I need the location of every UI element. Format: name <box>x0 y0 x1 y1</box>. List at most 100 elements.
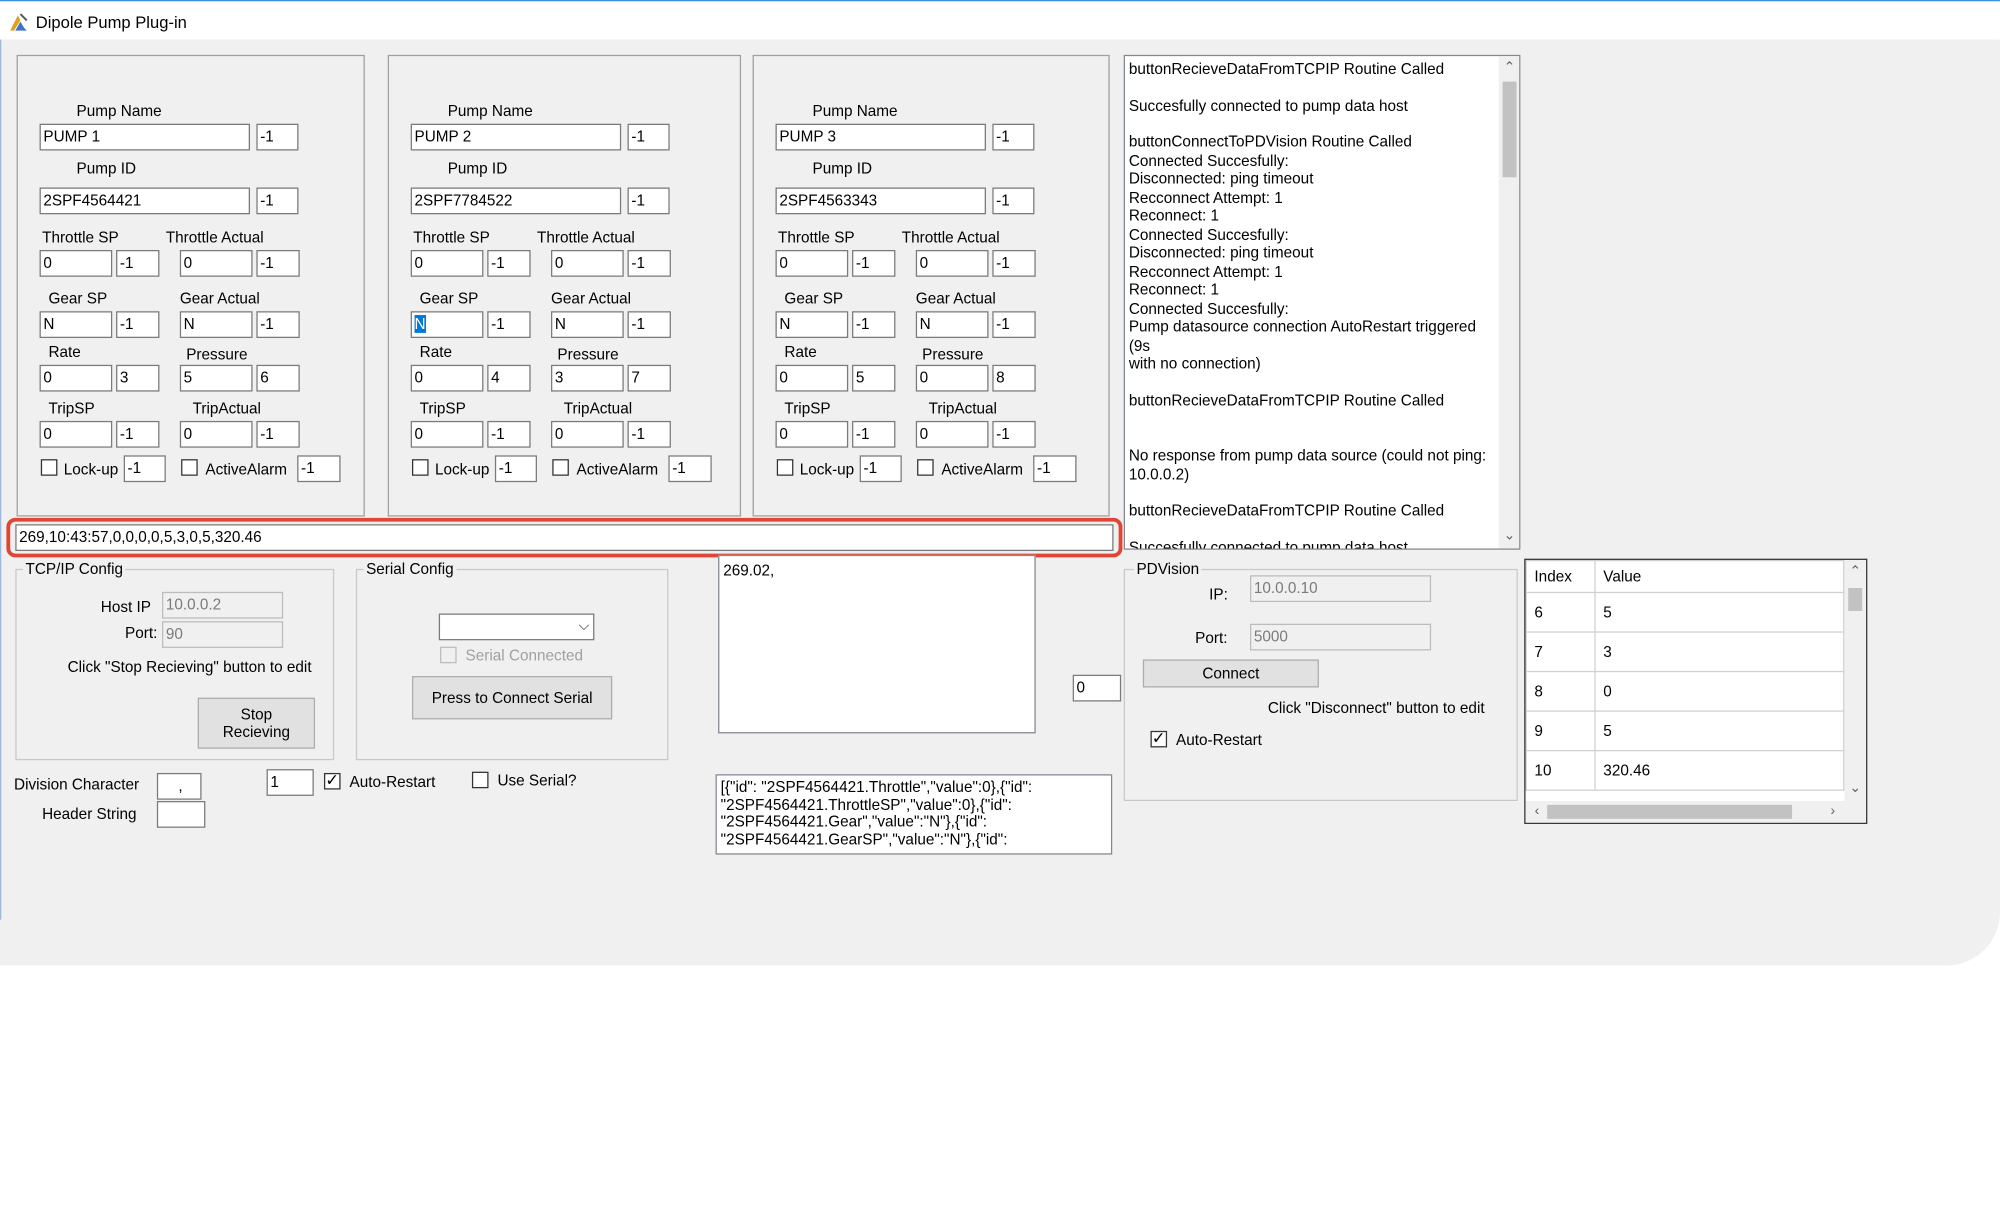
json-preview-box[interactable]: [{"id": "2SPF4564421.Throttle","value":0… <box>715 774 1113 855</box>
rate-field[interactable]: 0 <box>39 364 113 392</box>
index-cell[interactable]: 7 <box>1525 631 1596 673</box>
gear-sp-index-field[interactable]: -1 <box>116 311 160 339</box>
serial-port-select[interactable]: ⌵ <box>438 613 595 641</box>
active-alarm-index-field[interactable]: -1 <box>1033 455 1077 483</box>
connect-serial-button[interactable]: Press to Connect Serial <box>411 676 613 720</box>
rate-field[interactable]: 0 <box>410 364 484 392</box>
trip-sp-field[interactable]: 0 <box>39 420 113 448</box>
index-value-grid[interactable]: Index Value 6 5 7 3 8 0 9 5 10 320.46 ⌃ ⌄ ‹ › <box>1524 558 1868 824</box>
pdvision-ip-field[interactable]: 10.0.0.10 <box>1249 575 1432 603</box>
scroll-right-icon[interactable]: › <box>1824 804 1842 819</box>
lockup-index-field[interactable]: -1 <box>494 455 537 483</box>
scroll-up-icon[interactable]: ⌃ <box>1844 564 1866 579</box>
gear-sp-field[interactable]: N <box>410 311 484 339</box>
value-cell[interactable]: 0 <box>1594 670 1845 712</box>
stop-recieving-button[interactable]: Stop Recieving <box>197 697 316 749</box>
value-cell[interactable]: 3 <box>1594 631 1845 673</box>
lockup-checkbox[interactable] <box>40 459 58 476</box>
grid-vscroll[interactable]: ⌃ ⌄ <box>1844 559 1867 802</box>
host-ip-field[interactable]: 10.0.0.2 <box>161 591 284 619</box>
gear-actual-field[interactable]: N <box>915 311 989 339</box>
pump-id-index-field[interactable]: -1 <box>627 187 670 215</box>
pdvision-port-field[interactable]: 5000 <box>1249 623 1432 651</box>
throttle-actual-index-field[interactable]: -1 <box>627 249 671 277</box>
scroll-up-icon[interactable]: ⌃ <box>1499 60 1519 75</box>
throttle-actual-field[interactable]: 0 <box>551 249 624 277</box>
trip-sp-field[interactable]: 0 <box>775 420 849 448</box>
pump-id-index-field[interactable]: -1 <box>256 187 299 215</box>
lockup-index-field[interactable]: -1 <box>123 455 166 483</box>
gear-sp-field[interactable]: N <box>775 311 849 339</box>
value-cell[interactable]: 5 <box>1594 710 1845 752</box>
use-serial-checkbox[interactable] <box>471 771 489 789</box>
grid-vscroll-thumb[interactable] <box>1848 588 1863 611</box>
gear-actual-field[interactable]: N <box>551 311 624 339</box>
pressure-index-field[interactable]: 8 <box>992 364 1036 392</box>
gear-actual-index-field[interactable]: -1 <box>627 311 671 339</box>
index-cell[interactable]: 8 <box>1525 670 1596 712</box>
throttle-actual-index-field[interactable]: -1 <box>992 249 1036 277</box>
gear-actual-index-field[interactable]: -1 <box>256 311 300 339</box>
throttle-sp-index-field[interactable]: -1 <box>116 249 160 277</box>
throttle-sp-index-field[interactable]: -1 <box>852 249 896 277</box>
trip-sp-index-field[interactable]: -1 <box>852 420 896 448</box>
trip-actual-field[interactable]: 0 <box>551 420 624 448</box>
pump-name-index-field[interactable]: -1 <box>627 123 670 151</box>
trip-sp-index-field[interactable]: -1 <box>487 420 531 448</box>
pdvision-connect-button[interactable]: Connect <box>1142 659 1319 688</box>
trip-actual-index-field[interactable]: -1 <box>627 420 671 448</box>
pump-id-field[interactable]: 2SPF4563343 <box>775 187 986 215</box>
lockup-index-field[interactable]: -1 <box>859 455 902 483</box>
rate-index-field[interactable]: 4 <box>487 364 531 392</box>
pump-id-field[interactable]: 2SPF7784522 <box>410 187 622 215</box>
serial-connected-checkbox[interactable] <box>440 646 457 664</box>
throttle-sp-field[interactable]: 0 <box>39 249 113 277</box>
trip-actual-field[interactable]: 0 <box>179 420 253 448</box>
pump-name-index-field[interactable]: -1 <box>256 123 299 151</box>
header-string-field[interactable] <box>156 801 206 828</box>
rate-index-field[interactable]: 3 <box>116 364 160 392</box>
pump-name-field[interactable]: PUMP 3 <box>775 123 986 151</box>
rate-index-field[interactable]: 5 <box>852 364 896 392</box>
throttle-sp-field[interactable]: 0 <box>410 249 484 277</box>
rate-field[interactable]: 0 <box>775 364 849 392</box>
throttle-sp-field[interactable]: 0 <box>775 249 849 277</box>
grid-hscroll[interactable]: ‹ › <box>1525 801 1867 823</box>
gear-actual-field[interactable]: N <box>179 311 253 339</box>
division-char-field[interactable]: , <box>156 772 202 800</box>
pump-name-field[interactable]: PUMP 1 <box>39 123 250 151</box>
column-header-value[interactable]: Value <box>1594 559 1845 594</box>
pdvision-autorestart-checkbox[interactable]: ✓ <box>1150 728 1168 748</box>
table-row[interactable]: 65 <box>1525 591 1845 633</box>
pressure-index-field[interactable]: 7 <box>627 364 671 392</box>
throttle-actual-field[interactable]: 0 <box>179 249 253 277</box>
trip-actual-index-field[interactable]: -1 <box>992 420 1036 448</box>
scroll-down-icon[interactable]: ⌄ <box>1844 781 1866 796</box>
column-header-index[interactable]: Index <box>1525 559 1596 594</box>
index-cell[interactable]: 10 <box>1525 749 1596 791</box>
scroll-thumb[interactable] <box>1502 81 1517 178</box>
index-cell[interactable]: 6 <box>1525 591 1596 633</box>
trip-sp-field[interactable]: 0 <box>410 420 484 448</box>
pressure-field[interactable]: 5 <box>179 364 253 392</box>
active-alarm-checkbox[interactable] <box>917 459 934 476</box>
gear-sp-index-field[interactable]: -1 <box>487 311 531 339</box>
active-alarm-index-field[interactable]: -1 <box>297 455 341 483</box>
gear-sp-field[interactable]: N <box>39 311 113 339</box>
log-scrollbar[interactable]: ⌃ ⌄ <box>1498 56 1520 549</box>
counter-field[interactable]: 0 <box>1072 674 1122 702</box>
active-alarm-index-field[interactable]: -1 <box>668 455 712 483</box>
scroll-left-icon[interactable]: ‹ <box>1528 804 1546 819</box>
pump-name-index-field[interactable]: -1 <box>992 123 1035 151</box>
restart-seconds-field[interactable]: 1 <box>266 769 314 796</box>
pump-id-field[interactable]: 2SPF4564421 <box>39 187 250 215</box>
lockup-checkbox[interactable] <box>776 459 794 476</box>
gear-actual-index-field[interactable]: -1 <box>992 311 1036 339</box>
port-field[interactable]: 90 <box>161 621 284 648</box>
received-data-box[interactable]: 269.02, <box>718 554 1036 734</box>
throttle-actual-field[interactable]: 0 <box>915 249 989 277</box>
pump-id-index-field[interactable]: -1 <box>992 187 1035 215</box>
table-row[interactable]: 73 <box>1525 631 1845 673</box>
lockup-checkbox[interactable] <box>411 459 429 476</box>
grid-hscroll-thumb[interactable] <box>1547 804 1793 819</box>
